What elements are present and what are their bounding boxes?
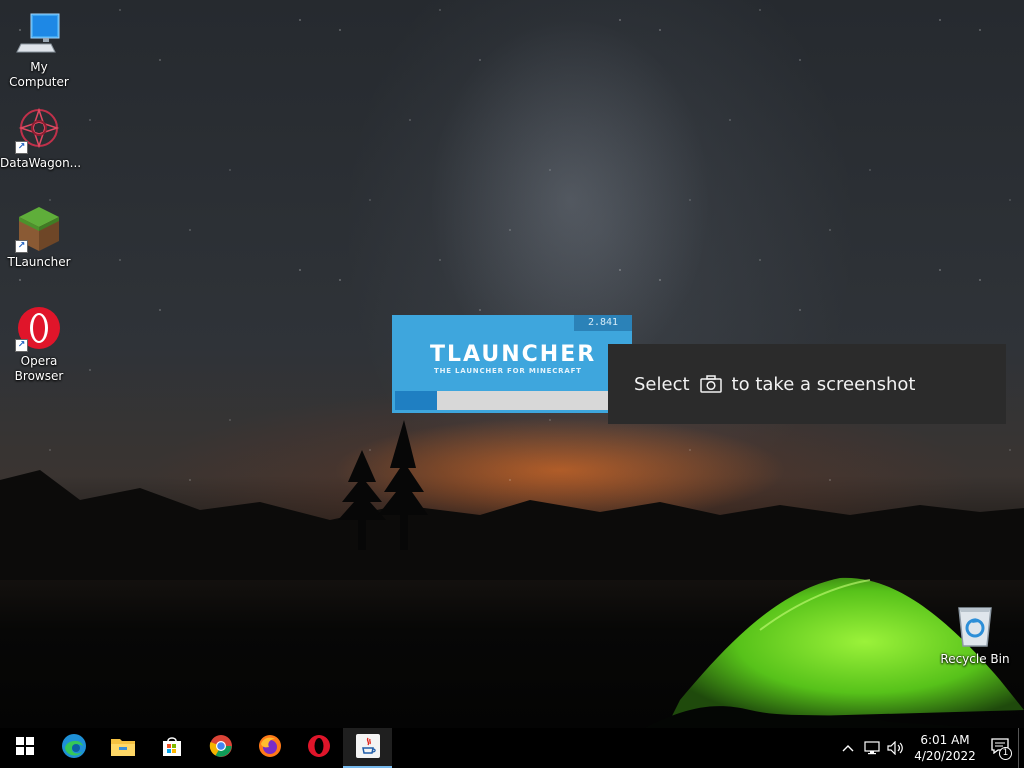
store-icon (161, 735, 183, 761)
clock-date: 4/20/2022 (914, 749, 976, 763)
start-button[interactable] (0, 728, 49, 768)
computer-icon (15, 10, 63, 58)
clock-time: 6:01 AM (920, 733, 970, 747)
chevron-up-icon[interactable] (836, 728, 860, 768)
desktop-icon-tlauncher[interactable]: ↗ TLauncher (0, 205, 78, 270)
desktop-icon-label: Recycle Bin (940, 652, 1010, 666)
java-icon (355, 734, 380, 762)
desktop-icon-label: DataWagon... (0, 156, 82, 170)
windows-logo-icon (15, 737, 34, 759)
shortcut-arrow-icon: ↗ (15, 339, 28, 352)
recycle-bin-icon (951, 602, 999, 650)
camera-icon (699, 375, 722, 393)
store-button[interactable] (147, 728, 196, 768)
chrome-button[interactable] (196, 728, 245, 768)
edge-icon (61, 733, 87, 763)
starfield (0, 0, 1024, 500)
screenshot-toast[interactable]: Select to take a screenshot (608, 344, 1006, 424)
loading-progress-bar (392, 391, 632, 413)
notification-count-badge: 1 (999, 747, 1012, 760)
desktop-icon-label: Opera Browser (14, 354, 64, 383)
shortcut-arrow-icon: ↗ (15, 240, 28, 253)
firefox-icon (258, 734, 282, 762)
opera-button[interactable] (294, 728, 343, 768)
desktop-icon-opera-browser[interactable]: ↗ Opera Browser (0, 304, 78, 384)
tlauncher-grass-block-icon: ↗ (15, 205, 63, 253)
desktop-icon-my-computer[interactable]: My Computer (0, 10, 78, 90)
desktop-icon-label: TLauncher (7, 255, 71, 269)
show-desktop-button[interactable] (1018, 728, 1024, 768)
file-explorer-button[interactable] (98, 728, 147, 768)
pine-trees (338, 420, 428, 550)
edge-button[interactable] (49, 728, 98, 768)
desktop-icon-datawagon[interactable]: ↗ DataWagon... (0, 106, 82, 171)
action-center-button[interactable]: 1 (982, 728, 1018, 768)
taskbar-clock[interactable]: 6:01 AM 4/20/2022 (908, 732, 982, 764)
desktop-icon-label: My Computer (9, 60, 69, 89)
shortcut-arrow-icon: ↗ (15, 141, 28, 154)
java-button[interactable] (343, 728, 392, 768)
opera-icon (307, 734, 331, 762)
splash-title: TLAUNCHER (430, 342, 597, 367)
opera-icon: ↗ (15, 304, 63, 352)
chrome-icon (209, 734, 233, 762)
taskbar: 6:01 AM 4/20/2022 1 (0, 728, 1024, 768)
folder-icon (110, 736, 135, 760)
toast-text-after: to take a screenshot (731, 373, 916, 395)
firefox-button[interactable] (245, 728, 294, 768)
system-tray: 6:01 AM 4/20/2022 1 (836, 728, 1024, 768)
progress-fill (395, 391, 438, 410)
desktop-icon-recycle-bin[interactable]: Recycle Bin (936, 602, 1014, 667)
tlauncher-splash-window: 2.841 TLAUNCHER THE LAUNCHER FOR MINECRA… (392, 315, 632, 413)
network-icon[interactable] (860, 728, 884, 768)
version-label: 2.841 (574, 315, 632, 331)
toast-text-before: Select (634, 373, 690, 395)
datawagon-icon: ↗ (15, 106, 63, 154)
splash-subtitle: THE LAUNCHER FOR MINECRAFT (434, 367, 582, 375)
speaker-icon[interactable] (884, 728, 908, 768)
